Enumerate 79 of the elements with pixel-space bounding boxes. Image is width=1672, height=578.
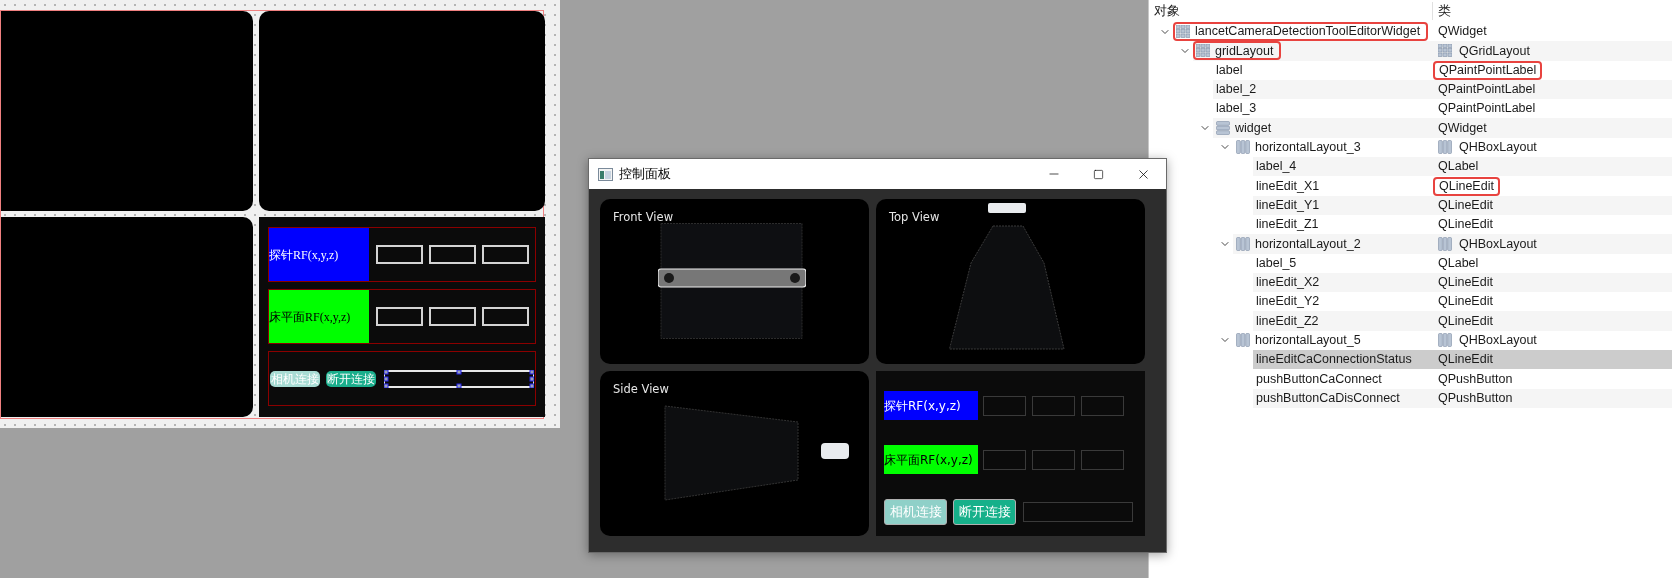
- tree-row[interactable]: label_4 QLabel: [1253, 157, 1672, 177]
- class-name: QLineEdit: [1438, 274, 1493, 292]
- class-name: QLineEdit: [1438, 196, 1493, 214]
- tree-row[interactable]: gridLayout QGridLayout: [1193, 41, 1672, 61]
- class-name: QLabel: [1438, 158, 1479, 176]
- object-name: lineEdit_X1: [1256, 177, 1320, 195]
- object-name: label_2: [1216, 81, 1257, 99]
- object-name: pushButtonCaConnect: [1256, 370, 1382, 388]
- object-name: lineEditCaConnectionStatus: [1256, 351, 1412, 369]
- object-name: gridLayout: [1215, 42, 1274, 60]
- object-name: pushButtonCaDisConnect: [1256, 389, 1400, 407]
- object-name: horizontalLayout_3: [1255, 139, 1361, 157]
- tree-row[interactable]: lineEdit_X2 QLineEdit: [1253, 272, 1672, 293]
- class-name: QHBoxLayout: [1459, 235, 1537, 253]
- view-title: Side View: [613, 381, 669, 398]
- object-name: horizontalLayout_5: [1255, 332, 1361, 349]
- coordinate-field[interactable]: [983, 395, 1026, 416]
- class-name: QWidget: [1438, 23, 1487, 41]
- horizontal-layout-icon: [1438, 333, 1452, 348]
- class-name: QPaintPointLabel: [1438, 81, 1536, 99]
- object-name: label_3: [1216, 100, 1257, 118]
- grid-layout-icon: [1438, 44, 1452, 58]
- status-field[interactable]: [1023, 502, 1133, 522]
- horizontal-layout-icon: [1438, 236, 1452, 251]
- column-header[interactable]: 对象: [1149, 1, 1433, 21]
- object-name: lineEdit_X2: [1256, 274, 1320, 292]
- object-name: label_5: [1256, 254, 1297, 272]
- coordinate-label: 探针RF(x,y,z): [884, 391, 978, 420]
- horizontal-layout-icon: [1438, 140, 1452, 155]
- tree-row[interactable]: lineEditCaConnectionStatus QLineEdit: [1253, 350, 1672, 370]
- tree-row[interactable]: horizontalLayout_2 QHBoxLayout: [1233, 234, 1672, 254]
- maximize-icon: [1093, 168, 1104, 180]
- class-name: QGridLayout: [1459, 42, 1530, 60]
- class-name: QLineEdit: [1438, 293, 1493, 311]
- tree-row[interactable]: label_2 QPaintPointLabel: [1213, 79, 1672, 100]
- class-name: QLabel: [1438, 254, 1479, 272]
- object-name: lineEdit_Y2: [1256, 293, 1320, 311]
- class-name: QPaintPointLabel: [1438, 100, 1536, 118]
- class-name: QPushButton: [1438, 370, 1513, 388]
- column-header[interactable]: 类: [1433, 1, 1451, 21]
- coordinate-label: 探针RF(x,y,z): [269, 228, 369, 281]
- object-name: lineEdit_Z1: [1256, 216, 1319, 234]
- object-name: lancetCameraDetectionToolEditorWidget: [1195, 23, 1421, 41]
- class-name: QLineEdit: [1438, 216, 1493, 234]
- grid-layout-icon: [1196, 44, 1210, 58]
- class-name: QLineEdit: [1438, 351, 1493, 369]
- coordinate-field[interactable]: [1081, 395, 1124, 416]
- grid-layout-icon: [1176, 25, 1190, 39]
- coordinate-field[interactable]: [1032, 449, 1075, 470]
- view-title: Front View: [613, 209, 674, 226]
- coordinate-label: 床平面RF(x,y,z): [269, 290, 369, 343]
- coordinate-label: 床平面RF(x,y,z): [884, 445, 978, 474]
- coordinate-field[interactable]: [1081, 449, 1124, 470]
- object-name: lineEdit_Y1: [1256, 196, 1320, 214]
- class-name: QLineEdit: [1438, 312, 1493, 330]
- class-name: QHBoxLayout: [1459, 139, 1537, 157]
- tree-row[interactable]: pushButtonCaDisConnect QPushButton: [1253, 388, 1672, 408]
- horizontal-layout-icon: [1236, 140, 1250, 155]
- horizontal-layout-icon: [1236, 236, 1250, 251]
- window-icon: [598, 167, 613, 181]
- tree-row[interactable]: widget QWidget: [1213, 118, 1672, 138]
- class-name: QPushButton: [1438, 389, 1513, 407]
- object-name: label_4: [1256, 158, 1297, 176]
- coordinate-field[interactable]: [983, 449, 1026, 470]
- class-name: QHBoxLayout: [1459, 332, 1537, 349]
- class-name: QPaintPointLabel: [1439, 61, 1537, 79]
- class-name: QLineEdit: [1439, 177, 1494, 195]
- tree-row[interactable]: lineEdit_Z2 QLineEdit: [1253, 311, 1672, 331]
- class-name: QWidget: [1438, 119, 1487, 137]
- object-name: lineEdit_Z2: [1256, 312, 1319, 330]
- coordinate-field[interactable]: [1032, 395, 1075, 416]
- window-title: 控制面板: [619, 165, 671, 184]
- view-title: Top View: [889, 209, 940, 226]
- tree-row[interactable]: lineEdit_Y1 QLineEdit: [1253, 195, 1672, 215]
- object-name: label: [1216, 61, 1243, 79]
- object-name: horizontalLayout_2: [1255, 235, 1361, 253]
- object-name: widget: [1235, 119, 1272, 137]
- stacked-layout-icon: [1216, 121, 1230, 136]
- horizontal-layout-icon: [1236, 333, 1250, 348]
